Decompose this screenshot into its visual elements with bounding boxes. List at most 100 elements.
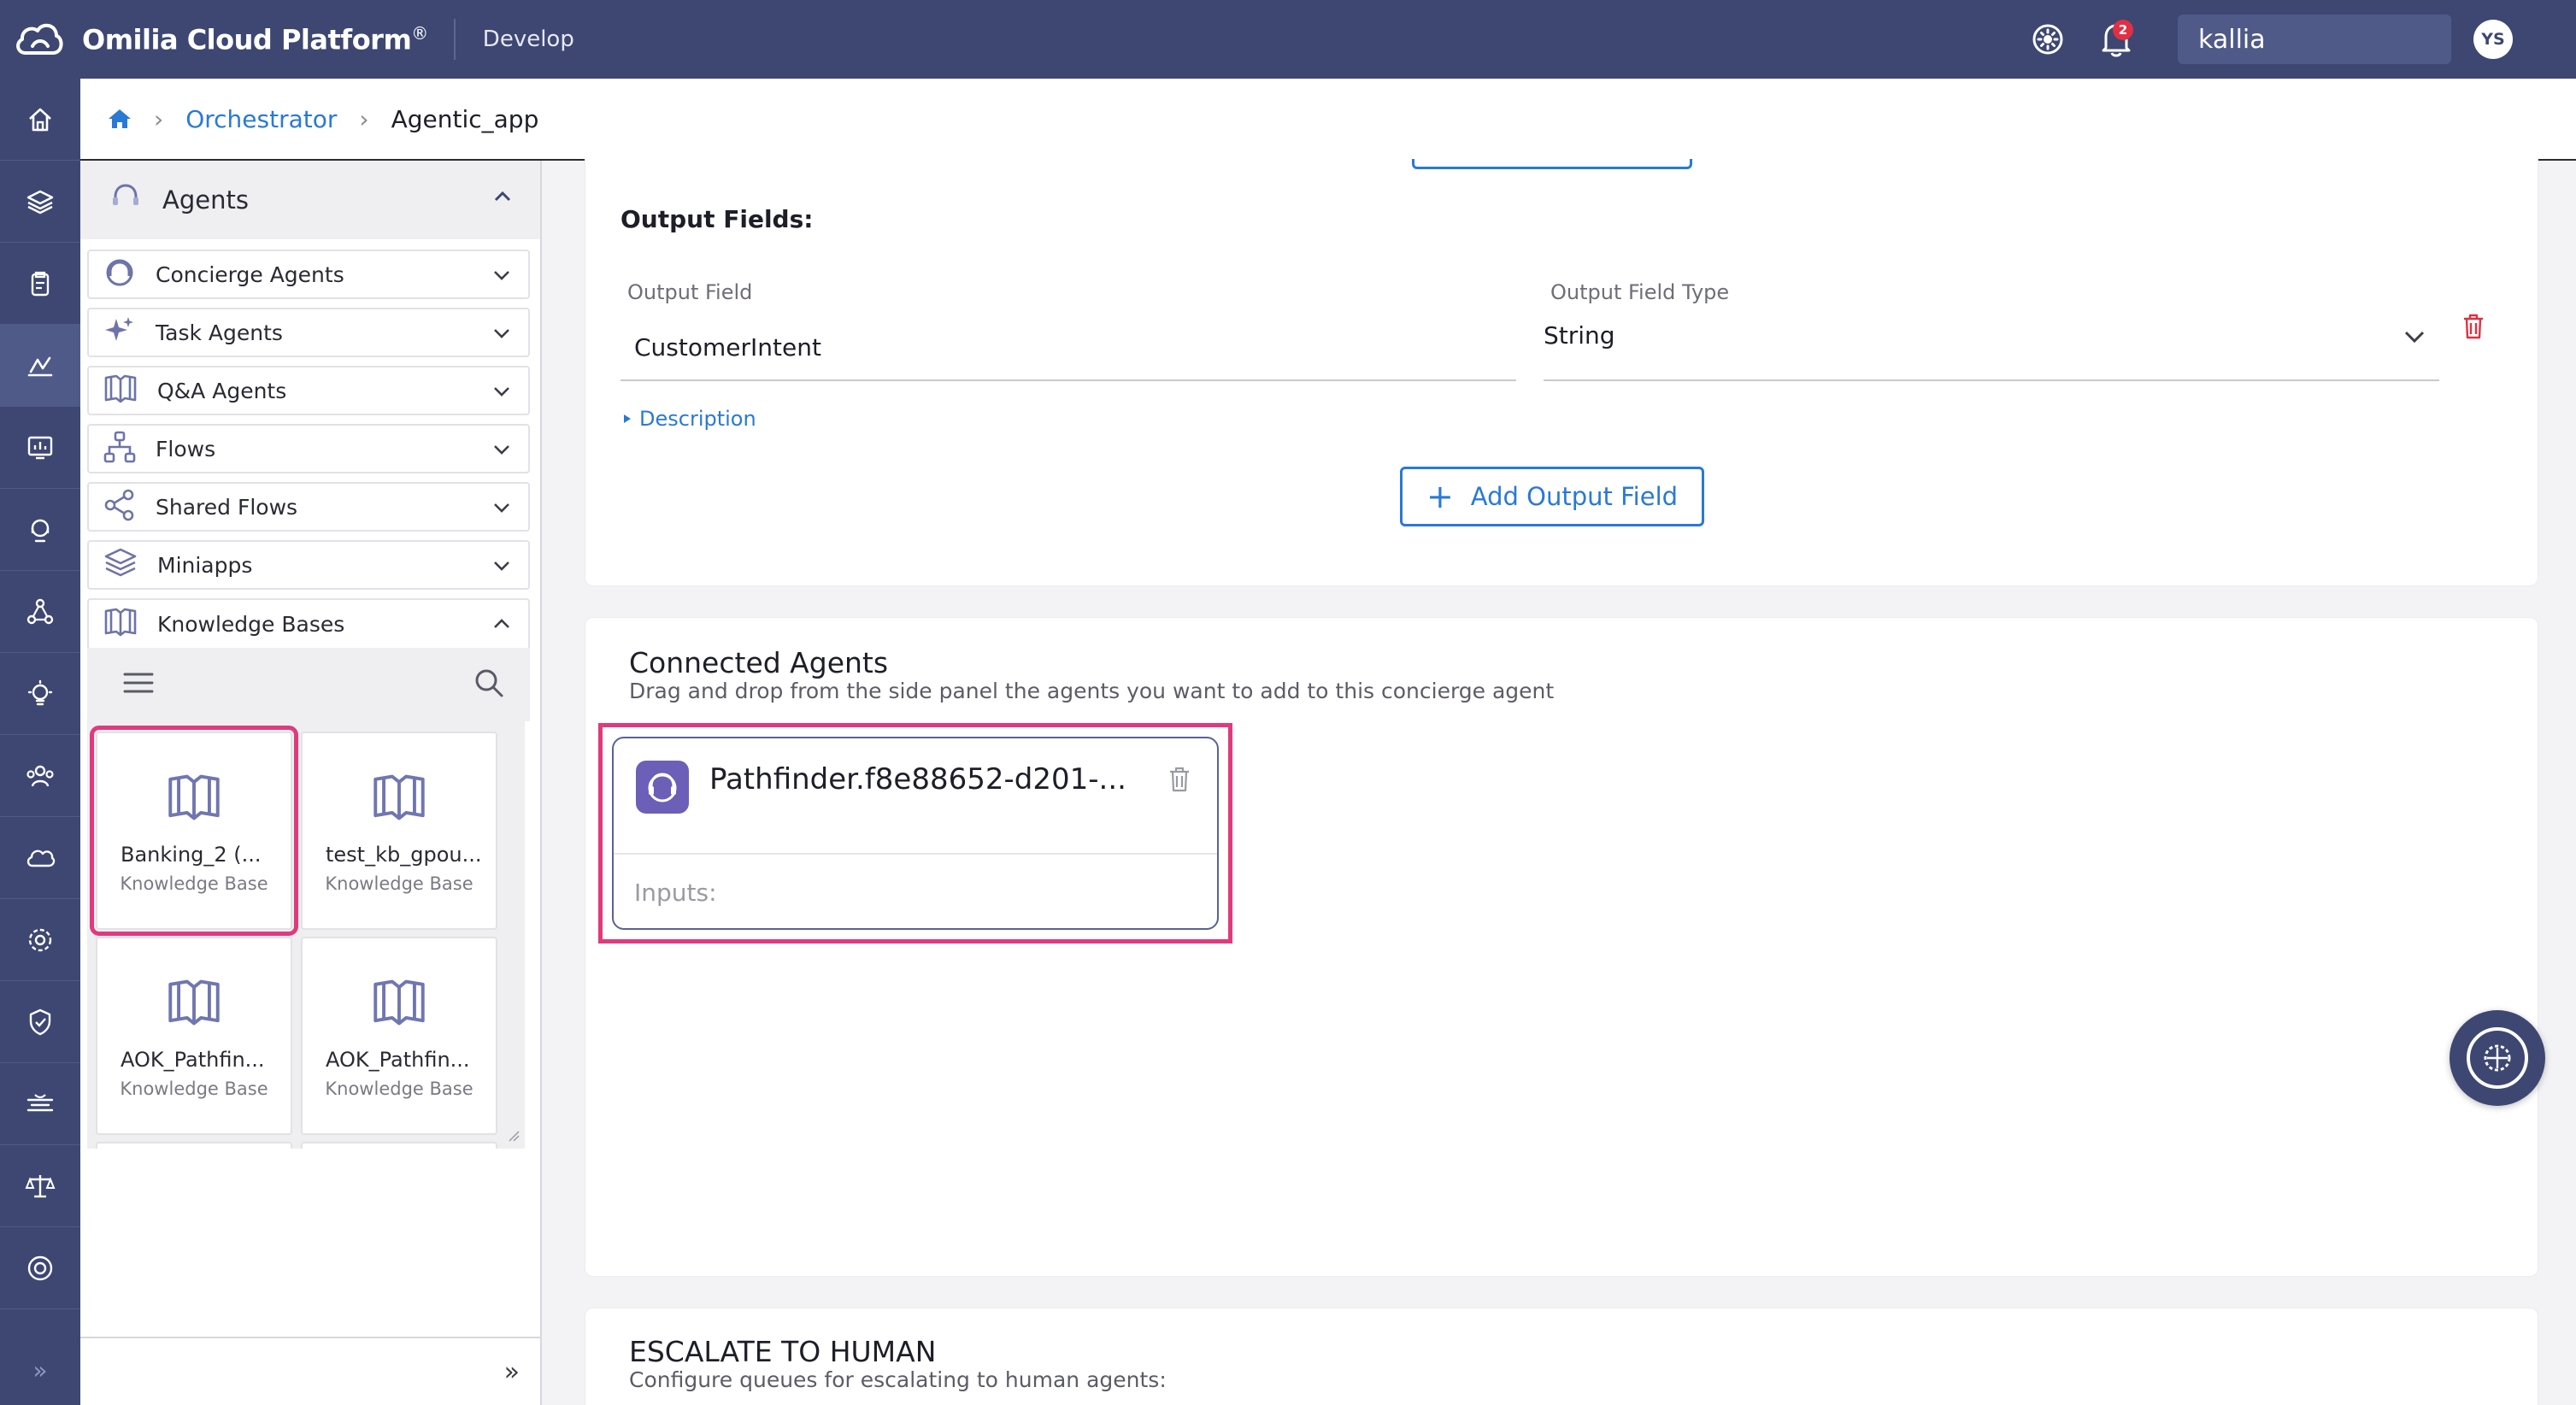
output-field-type-underline [1544, 379, 2439, 381]
category-shared-flows[interactable]: Shared Flows [87, 482, 530, 532]
add-output-field-button[interactable]: + Add Output Field [1400, 467, 1704, 526]
category-label: Miniapps [157, 552, 253, 578]
category-concierge-agents[interactable]: Concierge Agents [87, 250, 530, 299]
kb-type: Knowledge Base [325, 873, 473, 894]
chevron-down-icon[interactable] [492, 443, 511, 459]
brand-name: Omilia Cloud Platform® [82, 22, 428, 56]
topbar-divider [453, 19, 456, 60]
connected-agent-card[interactable]: Pathfinder.f8e88652-d201-... Inputs: [612, 737, 1219, 930]
rail-speech-icon[interactable] [0, 1063, 80, 1145]
menu-icon[interactable] [123, 671, 154, 698]
category-label: Shared Flows [156, 494, 298, 520]
agents-panel-title: Agents [162, 185, 249, 215]
rail-orchestrator-icon[interactable] [0, 325, 80, 407]
home-icon[interactable] [108, 108, 132, 130]
knowledge-base-grid: Banking_2 (... Knowledge Base test_kb_gp… [87, 721, 525, 1149]
category-label: Q&A Agents [157, 378, 287, 403]
kb-card[interactable]: AOK_Pathfin... Knowledge Base [301, 937, 497, 1135]
output-field-type-label: Output Field Type [1550, 280, 1730, 304]
kb-type: Knowledge Base [120, 873, 268, 894]
category-knowledge-bases[interactable]: Knowledge Bases [87, 598, 530, 648]
kb-toolbar [87, 648, 530, 721]
rail-network-icon[interactable] [0, 571, 80, 653]
kb-name: AOK_Pathfin... [121, 1048, 265, 1072]
theme-toggle-icon[interactable] [2026, 17, 2070, 62]
rail-team-icon[interactable] [0, 735, 80, 817]
cloud-logo-icon [14, 21, 65, 58]
rail-help-icon[interactable] [0, 1227, 80, 1309]
connected-agent-name: Pathfinder.f8e88652-d201-... [709, 762, 1126, 797]
kb-card[interactable]: AOK_Pathfin... Knowledge Base [96, 937, 292, 1135]
rail-home-icon[interactable] [0, 79, 80, 161]
user-menu[interactable]: kallia [2178, 15, 2451, 64]
collapse-panel-icon[interactable]: » [504, 1357, 520, 1387]
caret-right-icon [624, 414, 631, 423]
assistant-icon [2467, 1027, 2528, 1089]
rail-settings-icon[interactable] [0, 899, 80, 981]
breadcrumb-separator-icon: › [359, 104, 369, 133]
rail-clipboard-icon[interactable] [0, 243, 80, 325]
kb-card[interactable]: test_kb_gpou... Knowledge Base [301, 732, 497, 930]
kb-name: Banking_2 (... [121, 843, 262, 867]
notifications-bell-icon[interactable]: 2 [2094, 17, 2138, 62]
rail-layers-icon[interactable] [0, 161, 80, 243]
kb-card[interactable]: Banking_2 (... Knowledge Base [90, 726, 298, 936]
remove-agent-trash-icon[interactable] [1167, 766, 1191, 797]
agents-panel-header[interactable]: Agents [80, 161, 540, 239]
avatar[interactable]: YS [2473, 20, 2513, 59]
connected-agents-card [585, 617, 2538, 1277]
output-field-input[interactable]: CustomerIntent [634, 333, 821, 362]
output-field-label: Output Field [627, 280, 753, 304]
category-label: Flows [156, 436, 216, 461]
kb-card-partial[interactable] [301, 1142, 497, 1149]
rail-legal-icon[interactable] [0, 1145, 80, 1227]
breadcrumb: › Orchestrator › Agentic_app [80, 79, 2576, 161]
rail-insights-icon[interactable] [0, 653, 80, 735]
headset-icon [103, 256, 137, 293]
headset-icon [636, 761, 689, 814]
rail-security-icon[interactable] [0, 981, 80, 1063]
rail-cloud-icon[interactable] [0, 817, 80, 899]
search-icon[interactable] [473, 667, 504, 702]
agents-headset-icon [109, 182, 142, 218]
category-miniapps[interactable]: Miniapps [87, 540, 530, 590]
book-icon [369, 771, 429, 827]
panel-footer: » [80, 1337, 540, 1405]
category-label: Knowledge Bases [157, 611, 345, 637]
kb-name: test_kb_gpou... [326, 843, 482, 867]
description-toggle[interactable]: Description [622, 407, 756, 431]
rail-support-icon[interactable] [0, 489, 80, 571]
book-icon [369, 976, 429, 1032]
breadcrumb-orchestrator-link[interactable]: Orchestrator [185, 105, 337, 133]
chevron-down-icon[interactable] [492, 559, 511, 575]
mode-label[interactable]: Develop [483, 26, 574, 52]
chevron-down-icon[interactable] [492, 385, 511, 401]
book-icon [103, 373, 138, 409]
chevron-down-icon[interactable] [492, 326, 511, 343]
chevron-down-icon[interactable] [2403, 330, 2426, 347]
rail-expand-icon[interactable]: » [0, 1335, 80, 1405]
chevron-down-icon[interactable] [492, 268, 511, 285]
category-qa-agents[interactable]: Q&A Agents [87, 366, 530, 415]
category-label: Task Agents [156, 320, 283, 345]
delete-trash-icon[interactable] [2461, 313, 2485, 344]
brand[interactable]: Omilia Cloud Platform® [14, 21, 428, 58]
category-task-agents[interactable]: Task Agents [87, 308, 530, 357]
assistant-fab[interactable] [2450, 1010, 2545, 1106]
agent-card-divider [614, 853, 1217, 855]
flow-icon [103, 430, 137, 467]
output-field-type-select[interactable]: String [1544, 321, 1615, 350]
top-bar: Omilia Cloud Platform® Develop 2 kallia … [0, 0, 2576, 79]
escalate-title: ESCALATE TO HUMAN [629, 1335, 937, 1368]
collapse-chevron-icon[interactable] [492, 190, 513, 207]
agent-inputs-label: Inputs: [634, 879, 717, 907]
book-icon [164, 976, 224, 1032]
chevron-up-icon[interactable] [492, 617, 511, 633]
resize-handle-icon[interactable] [506, 1128, 520, 1145]
rail-dashboard-icon[interactable] [0, 407, 80, 489]
kb-card-partial[interactable] [96, 1142, 292, 1149]
username: kallia [2198, 24, 2266, 55]
category-flows[interactable]: Flows [87, 424, 530, 473]
kb-type: Knowledge Base [325, 1079, 473, 1099]
chevron-down-icon[interactable] [492, 501, 511, 517]
